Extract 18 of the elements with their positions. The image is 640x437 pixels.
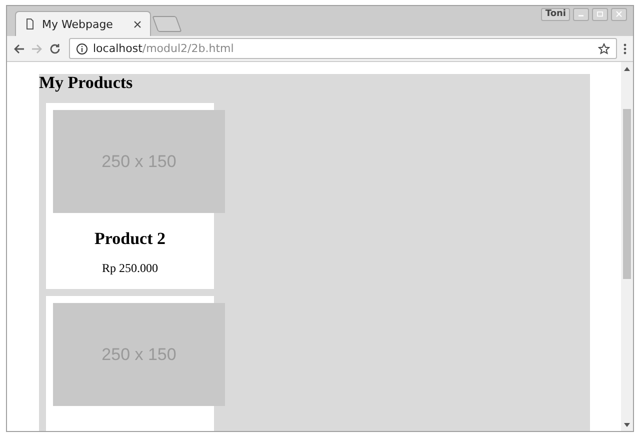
address-bar[interactable]: localhost/modul2/2b.html [69, 38, 617, 59]
user-badge[interactable]: Toni [541, 8, 570, 21]
section-heading: My Products [39, 74, 134, 91]
url-text: localhost/modul2/2b.html [93, 42, 234, 55]
product-price: Rp 250.000 [100, 261, 159, 276]
scrollbar[interactable] [621, 62, 633, 431]
scroll-down-icon[interactable] [624, 423, 630, 427]
close-icon[interactable] [133, 20, 142, 28]
menu-icon[interactable] [623, 42, 627, 54]
star-icon[interactable] [598, 42, 610, 54]
scroll-up-icon[interactable] [624, 67, 630, 71]
page-icon [24, 18, 36, 30]
reload-icon[interactable] [49, 42, 61, 54]
scroll-thumb[interactable] [623, 109, 631, 279]
info-icon [76, 42, 88, 54]
browser-tab[interactable]: My Webpage [15, 11, 151, 36]
product-name: Product 2 [94, 229, 166, 249]
back-icon[interactable] [13, 42, 25, 54]
